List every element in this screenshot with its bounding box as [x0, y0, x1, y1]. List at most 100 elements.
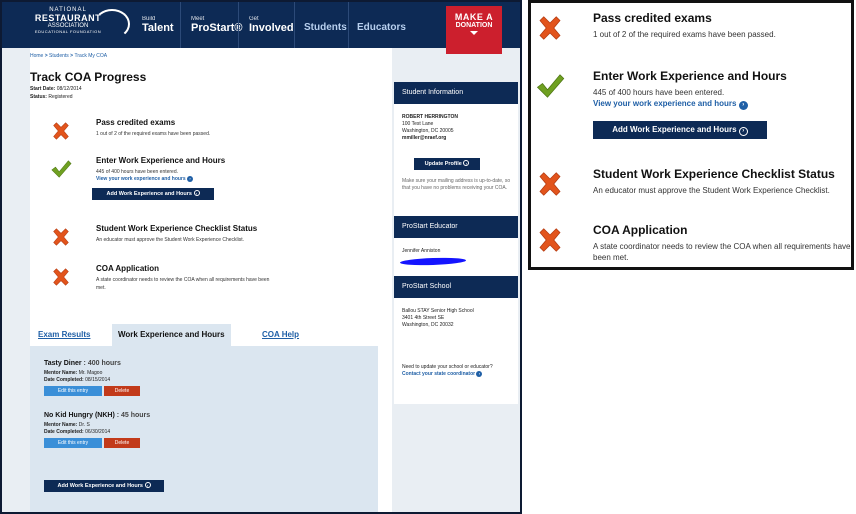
status-label: Status:: [30, 94, 47, 100]
nav-big-label: Involved: [249, 22, 294, 34]
step-title: Pass credited exams: [593, 11, 712, 25]
entry-employer: Tasty Diner: [44, 360, 82, 367]
start-date-label: Start Date:: [30, 86, 56, 92]
date-label: Date Completed:: [44, 429, 84, 435]
arrow-circle-icon: ›: [738, 127, 748, 136]
school-address-2: Washington, DC 20032: [402, 322, 454, 328]
nav-big-label: Talent: [142, 22, 174, 34]
mentor-value: Mr. Magoo: [78, 370, 103, 376]
entry-actions: Edit this entry Delete: [44, 386, 140, 396]
step-desc: A state coordinator needs to review the …: [96, 277, 270, 291]
view-work-experience-link[interactable]: View your work experience and hours ›: [96, 176, 194, 182]
delete-entry-button[interactable]: Delete: [104, 438, 140, 448]
student-address-2: Washington, DC 20005: [402, 128, 454, 134]
nraef-logo[interactable]: NATIONAL RESTAURANT ASSOCIATION EDUCATIO…: [24, 7, 130, 41]
entry-employer: No Kid Hungry (NKH): [44, 412, 115, 419]
tab-exam-results[interactable]: Exam Results: [38, 324, 90, 346]
donate-line: DONATION: [455, 22, 493, 29]
arrow-circle-icon: ›: [187, 176, 194, 182]
x-icon: [53, 122, 69, 140]
breadcrumb: Home > Students > Track My COA: [30, 53, 107, 59]
tab-coa-help[interactable]: COA Help: [262, 324, 299, 346]
donate-button[interactable]: MAKE A DONATION: [446, 6, 502, 54]
step-desc: An educator must approve the Student Wor…: [96, 237, 245, 243]
entry-name: Tasty Diner : 400 hours: [44, 360, 121, 367]
step-title: Enter Work Experience and Hours: [593, 69, 787, 83]
top-navbar: NATIONAL RESTAURANT ASSOCIATION EDUCATIO…: [2, 2, 520, 54]
sidebar: Student Information ROBERT HERRINGTON 10…: [394, 82, 518, 404]
update-school-prompt: Need to update your school or educator? …: [402, 364, 514, 378]
entry-name: No Kid Hungry (NKH) : 45 hours: [44, 412, 150, 419]
delete-entry-button[interactable]: Delete: [104, 386, 140, 396]
link-text: View your work experience and hours: [96, 176, 186, 182]
x-icon: [53, 228, 69, 246]
step-desc: 445 of 400 hours have been entered.: [593, 88, 725, 97]
step-title: Student Work Experience Checklist Status: [96, 224, 258, 233]
entry-actions: Edit this entry Delete: [44, 438, 150, 448]
step-desc: A state coordinator needs to review the …: [593, 242, 851, 262]
add-work-experience-button[interactable]: Add Work Experience and Hours ›: [92, 188, 214, 200]
browser-window: NATIONAL RESTAURANT ASSOCIATION EDUCATIO…: [0, 0, 522, 514]
step-title: COA Application: [593, 223, 688, 237]
breadcrumb-current[interactable]: Track My COA: [75, 53, 108, 59]
nav-build-talent[interactable]: Build Talent: [132, 2, 180, 48]
main-content: Home > Students > Track My COA Track COA…: [30, 48, 392, 512]
nav-get-involved[interactable]: Get Involved: [238, 2, 294, 48]
step-desc: 1 out of 2 of the required exams have be…: [96, 131, 211, 137]
link-text: View your work experience and hours: [593, 99, 737, 108]
x-icon: [53, 268, 69, 286]
date-value: 08/15/2014: [85, 377, 111, 383]
nav-big-label: ProStart®: [191, 22, 243, 34]
address-note: Make sure your mailing address is up-to-…: [402, 178, 511, 191]
button-label: Add Work Experience and Hours: [57, 483, 143, 489]
chevron-down-icon: [470, 31, 478, 35]
date-value: 06/30/2014: [85, 429, 111, 435]
x-icon: [539, 228, 561, 252]
student-email: mmiller@nraef.org: [402, 135, 447, 141]
redaction-scribble: [399, 256, 467, 267]
breadcrumb-home[interactable]: Home: [30, 53, 43, 59]
nav-students[interactable]: Students: [294, 2, 348, 48]
step-desc: 445 of 400 hours have been entered.: [96, 169, 179, 175]
x-icon: [539, 16, 561, 40]
edit-entry-button[interactable]: Edit this entry: [44, 438, 102, 448]
logo-swoosh-icon: [94, 9, 130, 39]
update-profile-button[interactable]: Update Profile ›: [414, 158, 480, 170]
arrow-circle-icon: ›: [144, 482, 151, 488]
nav-meet-prostart[interactable]: Meet ProStart®: [180, 2, 243, 48]
educator-header: ProStart Educator: [394, 216, 518, 238]
step-desc: An educator must approve the Student Wor…: [593, 186, 830, 195]
nav-educators[interactable]: Educators: [348, 2, 406, 48]
school-name: Ballou STAY Senior High School: [402, 308, 474, 314]
status: Status: Registered: [30, 94, 73, 100]
arrow-circle-icon: ›: [738, 101, 748, 110]
step-desc: 1 out of 2 of the required exams have be…: [593, 30, 776, 39]
mentor-label: Mentor Name:: [44, 370, 78, 376]
start-date-value: 08/12/2014: [56, 86, 82, 92]
tab-work-experience[interactable]: Work Experience and Hours: [112, 324, 231, 346]
link-text: Contact your state coordinator: [402, 371, 476, 377]
school-info: Ballou STAY Senior High School 3401 4th …: [402, 308, 514, 329]
page-title: Track COA Progress: [30, 70, 147, 84]
add-work-experience-bottom-button[interactable]: Add Work Experience and Hours ›: [44, 480, 164, 492]
donate-line: MAKE A: [454, 12, 494, 22]
date-label: Date Completed:: [44, 377, 84, 383]
step-title: Student Work Experience Checklist Status: [593, 167, 835, 181]
entry-date: Date Completed: 08/15/2014: [44, 377, 121, 383]
edit-entry-button[interactable]: Edit this entry: [44, 386, 102, 396]
entry-mentor: Mentor Name: Dr. S: [44, 422, 150, 428]
start-date: Start Date: 08/12/2014: [30, 86, 82, 92]
checkmark-icon: [536, 74, 565, 98]
entry-date: Date Completed: 06/30/2014: [44, 429, 150, 435]
button-label: Update Profile: [424, 161, 462, 167]
list-item: No Kid Hungry (NKH) : 45 hours Mentor Na…: [44, 412, 150, 448]
checkmark-icon: [51, 160, 72, 178]
nav-small-label: Build: [142, 16, 156, 22]
contact-coordinator-link[interactable]: Contact your state coordinator ›: [402, 371, 483, 377]
view-work-experience-link[interactable]: View your work experience and hours ›: [593, 99, 748, 110]
add-work-experience-button[interactable]: Add Work Experience and Hours ›: [593, 121, 767, 139]
nav-small-label: Get: [249, 16, 259, 22]
arrow-circle-icon: ›: [476, 371, 483, 377]
nav-small-label: Meet: [191, 16, 205, 22]
breadcrumb-students[interactable]: Students: [49, 53, 69, 59]
